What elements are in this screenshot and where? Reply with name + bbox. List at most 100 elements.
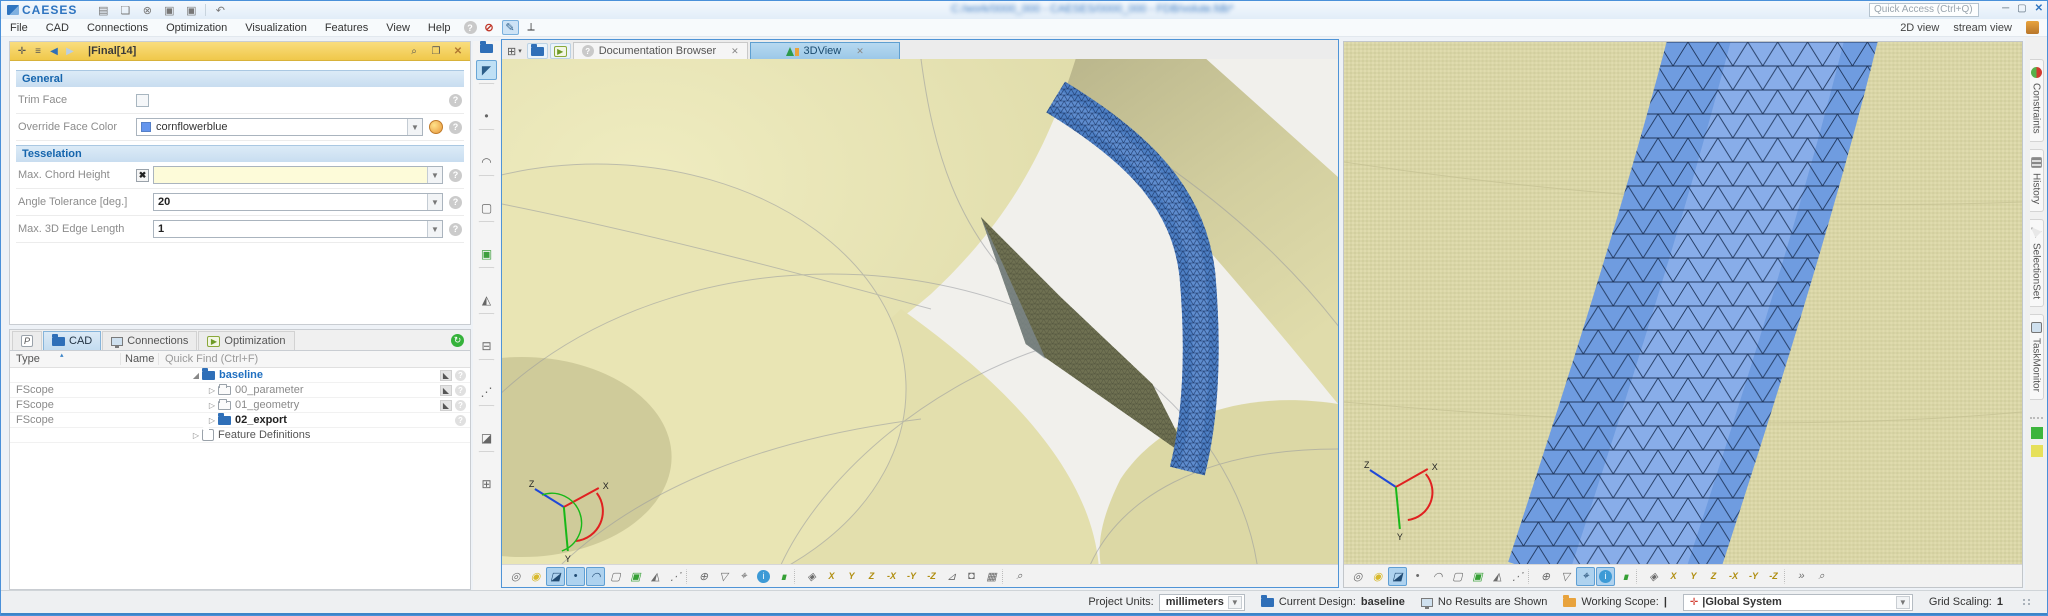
documentation-icon[interactable]: ▤ (95, 3, 111, 17)
copy-doc-icon[interactable]: ❐ (428, 46, 444, 57)
menu-item[interactable]: View (377, 20, 419, 36)
chevron-down-icon[interactable]: ▼ (407, 119, 422, 135)
show-scopes-toggle[interactable]: ◪ (1388, 566, 1407, 586)
help-icon[interactable]: ? (449, 168, 462, 182)
grid-toggle[interactable]: ▦ (982, 567, 1001, 586)
minimize-button[interactable]: ─ (2002, 3, 2009, 14)
render-outline-toggle[interactable]: ◎ (506, 567, 525, 586)
tree-row[interactable]: FScope ▷ 00_parameter ◣ ? (10, 383, 470, 398)
tree-row[interactable]: ▷ Feature Definitions ◣ ? (10, 427, 470, 443)
tree-row[interactable]: FScope ▷ 01_geometry ◣ ? (10, 398, 470, 413)
type-column-header[interactable]: Type ▴ (10, 352, 120, 365)
tab-3dview[interactable]: 3DView ✕ (749, 42, 900, 59)
tree-row[interactable]: FScope ▷ 02_export ◣ ? (10, 412, 470, 428)
tab-documentation-browser[interactable]: ? Documentation Browser ✕ (572, 42, 748, 59)
row-name[interactable]: Feature Definitions (218, 429, 310, 441)
palette-icon[interactable] (429, 120, 443, 134)
help-icon[interactable]: ? (463, 21, 477, 34)
view-neg-x-button[interactable]: -X (1724, 567, 1743, 586)
help-icon[interactable]: ? (449, 195, 462, 209)
axes-toggle[interactable]: ⌖ (734, 567, 753, 586)
quick-access-input[interactable]: Quick Access (Ctrl+Q) (1869, 3, 1979, 17)
clear-value-button[interactable]: ✖ (136, 168, 149, 182)
quick-find-input[interactable]: Quick Find (Ctrl+F) (158, 353, 470, 365)
clipping-toggle[interactable]: ⊕ (1536, 567, 1555, 586)
show-polylines-toggle[interactable]: ⋰ (1508, 567, 1527, 586)
view-x-button[interactable]: X (1664, 567, 1683, 586)
help-icon[interactable]: ? (449, 120, 462, 134)
render-outline-toggle[interactable]: ◎ (1348, 567, 1367, 586)
tab-project[interactable]: P (12, 331, 42, 350)
show-surfaces-toggle[interactable]: ▢ (606, 567, 625, 586)
render-shaded-toggle[interactable]: ◉ (526, 567, 545, 586)
menu-item[interactable]: CAD (37, 20, 78, 36)
overflow-button[interactable]: » (1792, 567, 1811, 586)
shield-toggle[interactable]: ▽ (714, 567, 733, 586)
undo-icon[interactable]: ↶ (212, 3, 228, 17)
coordinate-system-combo[interactable]: ✛ |Global System ▼ (1682, 593, 1913, 611)
menu-item[interactable]: Connections (78, 20, 157, 36)
create-scope-tool[interactable]: ⊞ (476, 474, 497, 494)
zoom-button[interactable]: ⌕ (1812, 567, 1831, 586)
expander-icon[interactable]: ◢ (190, 371, 202, 380)
refresh-icon[interactable]: ↻ (451, 334, 464, 347)
view-neg-x-button[interactable]: -X (882, 567, 901, 586)
tab-optimization[interactable]: ▶ Optimization (198, 331, 295, 350)
layout-button[interactable]: ⊞ ▾ (504, 43, 525, 59)
separator[interactable] (478, 129, 495, 149)
tab-history[interactable]: History (2029, 148, 2044, 212)
create-solid-tool[interactable]: ◪ (476, 428, 497, 448)
show-meshes-toggle[interactable]: ◭ (646, 567, 665, 586)
app-icon[interactable] (2026, 21, 2039, 34)
separator[interactable] (1784, 568, 1791, 584)
separator[interactable] (478, 405, 495, 425)
expander-icon[interactable]: ▷ (206, 416, 218, 425)
select-tool[interactable]: ◤ (476, 60, 497, 80)
parameter-input[interactable]: ▼ (153, 166, 443, 184)
menu-icon[interactable]: ≡ (30, 46, 46, 57)
tab-connections[interactable]: Connections (102, 331, 198, 350)
resize-grip[interactable] (2023, 599, 2031, 605)
show-scopes-toggle[interactable]: ◪ (546, 566, 565, 586)
menu-item[interactable]: Help (419, 20, 460, 36)
view-neg-z-button[interactable]: -Z (922, 567, 941, 586)
chevron-down-icon[interactable]: ▼ (427, 194, 442, 210)
show-curves-toggle[interactable]: ◠ (1428, 567, 1447, 586)
separator[interactable] (478, 313, 495, 333)
expander-icon[interactable]: ▷ (206, 401, 218, 410)
create-polyline-tool[interactable]: ⋰ (476, 382, 497, 402)
show-polylines-toggle[interactable]: ⋰ (666, 567, 685, 586)
shield-toggle[interactable]: ▽ (1556, 567, 1575, 586)
view-neg-z-button[interactable]: -Z (1764, 567, 1783, 586)
zoom-button[interactable]: ⌕ (1010, 567, 1029, 586)
separator[interactable] (1002, 568, 1009, 584)
show-points-toggle[interactable]: • (566, 566, 585, 586)
tree-row[interactable]: ◢ baseline ◣ ? (10, 367, 470, 383)
separator[interactable] (794, 568, 801, 584)
tab-taskmonitor[interactable]: TaskMonitor (2029, 313, 2044, 400)
info-toggle[interactable]: i (754, 567, 773, 586)
create-point-tool[interactable]: • (476, 106, 497, 126)
scope-button[interactable] (526, 43, 548, 59)
measure-tool-icon[interactable]: ⟂ (523, 20, 540, 35)
iso-view-button[interactable]: ◈ (1644, 567, 1663, 586)
project-units-combo[interactable]: millimeters ▼ (1158, 593, 1245, 611)
new-project-icon[interactable]: ❏ (117, 3, 133, 17)
name-column-header[interactable]: Name (120, 353, 158, 365)
run-button[interactable]: ▶ (549, 43, 571, 59)
view-stream-link[interactable]: stream view (1953, 22, 2012, 34)
scope-folder-icon[interactable] (480, 41, 493, 53)
tab-cad[interactable]: CAD (43, 331, 102, 350)
create-mesh-tool[interactable]: ◭ (476, 290, 497, 310)
menu-item[interactable]: File (1, 20, 37, 36)
view-x-button[interactable]: X (822, 567, 841, 586)
create-trimmed-surface-tool[interactable]: ▣ (476, 244, 497, 264)
3d-viewport-main[interactable]: Z X Y (502, 59, 1338, 564)
row-name[interactable]: 00_parameter (235, 384, 304, 396)
help-icon[interactable]: ? (455, 369, 466, 381)
row-name[interactable]: 01_geometry (235, 399, 299, 411)
create-curve-tool[interactable]: ◠ (476, 152, 497, 172)
close-project-icon[interactable]: ⊗ (139, 3, 155, 17)
separator[interactable] (478, 221, 495, 241)
close-icon[interactable]: ✕ (856, 46, 864, 57)
